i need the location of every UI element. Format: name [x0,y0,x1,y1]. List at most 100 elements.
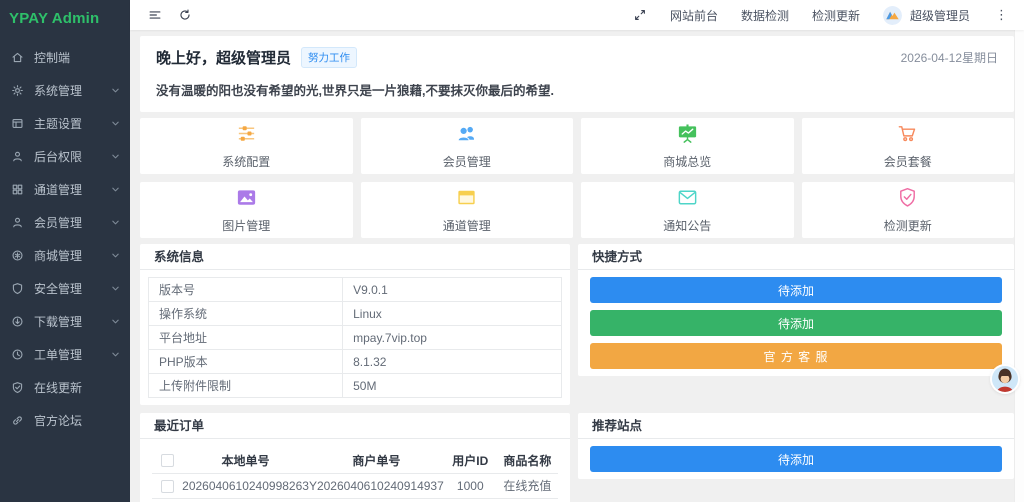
column-header: 本地单号 [182,448,309,474]
orders-header-row: 本地单号 商户单号 用户ID 商品名称 [152,448,558,474]
card-channel-manage[interactable]: 通道管理 [360,182,573,238]
sidebar-item-label: 通道管理 [34,183,83,197]
card-system-config[interactable]: 系统配置 [140,118,353,174]
sidebar-item-label: 系统管理 [34,84,83,98]
window-icon [455,186,478,214]
chevron-down-icon [111,251,120,260]
select-all-checkbox[interactable] [160,454,174,468]
refresh-icon[interactable] [178,8,192,22]
sidebar-item-channel[interactable]: 通道管理 [0,173,130,206]
column-header: 商户单号 [308,448,444,474]
recommended-sites-panel: 推荐站点 待添加 [578,413,1014,479]
recent-orders-panel: 最近订单 本地单号 商户单号 用户ID 商品名称 202604061024099… [140,413,570,502]
topbar: 网站前台 数据检测 检测更新 超级管理员 ⋮ [130,0,1024,30]
table-row: 2026040610222168609 Y2026040610222254723… [152,498,558,502]
menu-collapse-icon[interactable] [148,8,162,22]
quick-action-button-2[interactable]: 待添加 [590,310,1002,336]
column-header: 用户ID [443,448,497,474]
home-icon [11,51,25,65]
card-member-manage[interactable]: 会员管理 [360,118,573,174]
card-check-update[interactable]: 检测更新 [801,182,1014,238]
sidebar-item-ticket[interactable]: 工单管理 [0,338,130,371]
official-support-button[interactable]: 官 方 客 服 [590,343,1002,369]
chevron-down-icon [111,317,120,326]
shield-icon [11,282,25,296]
sidebar-item-console[interactable]: 控制端 [0,41,130,74]
recommended-site-button[interactable]: 待添加 [590,446,1002,472]
card-image-manage[interactable]: 图片管理 [140,182,353,238]
sidebar-item-label: 商城管理 [34,249,83,263]
card-notice[interactable]: 通知公告 [581,182,794,238]
fullscreen-icon[interactable] [633,8,647,22]
image-icon [235,186,258,214]
table-row: PHP版本 8.1.32 [147,349,562,374]
table-row: 2026040610240998263 Y2026040610240914937… [152,473,558,499]
download-circle-icon [11,315,25,329]
greeting-text: 晚上好，超级管理员 [156,50,292,67]
current-date: 2026-04-12星期日 [900,51,998,65]
cart-icon [896,122,919,150]
sidebar-item-label: 在线更新 [34,381,83,395]
card-member-package[interactable]: 会员套餐 [801,118,1014,174]
layout-icon [11,117,25,131]
user-menu[interactable]: 超级管理员 [882,5,970,25]
sidebar-item-label: 主题设置 [34,117,83,131]
sidebar-item-label: 下载管理 [34,315,83,329]
topbar-right: 网站前台 数据检测 检测更新 超级管理员 ⋮ [633,5,1010,25]
sidebar-item-security[interactable]: 安全管理 [0,272,130,305]
mail-icon [676,186,699,214]
quick-actions-panel: 快捷方式 待添加 待添加 官 方 客 服 [578,244,1014,376]
daily-quote: 没有温暖的阳也没有希望的光,世界只是一片狼藉,不要抹灭你最后的希望. [156,84,554,98]
app-root: YPAY Admin 控制端 系统管理 主题设置 后台权限 通道管理 会员管理 … [0,0,1024,502]
chevron-down-icon [111,218,120,227]
sidebar-item-system[interactable]: 系统管理 [0,74,130,107]
card-mall-overview[interactable]: 商城总览 [581,118,794,174]
chevron-down-icon [111,86,120,95]
link-check-update[interactable]: 检测更新 [812,7,860,24]
sidebar-nav: 控制端 系统管理 主题设置 后台权限 通道管理 会员管理 商城管理 安全管理 下… [0,41,130,437]
username: 超级管理员 [909,8,970,23]
sidebar-item-forum[interactable]: 官方论坛 [0,404,130,437]
panel-title: 快捷方式 [578,244,1014,270]
user-icon [11,150,25,164]
column-header: 商品名称 [496,448,558,474]
table-row: 操作系统 Linux [147,301,562,326]
more-dots-icon[interactable]: ⋮ [993,7,1010,23]
sidebar-item-label: 后台权限 [34,150,83,164]
quick-action-button-1[interactable]: 待添加 [590,277,1002,303]
shield-check-icon [896,186,919,214]
link-data-check[interactable]: 数据检测 [741,7,789,24]
chevron-down-icon [111,284,120,293]
users-icon [455,122,478,150]
clock-icon [11,348,25,362]
assistant-avatar[interactable] [992,366,1018,392]
sidebar-item-label: 安全管理 [34,282,83,296]
gear-icon [11,84,25,98]
sidebar-item-download[interactable]: 下载管理 [0,305,130,338]
shortcut-grid: 系统配置 会员管理 商城总览 会员套餐 图片管理 通道管理 通知公告 检测更新 [140,118,1014,238]
table-row: 上传附件限制 50M [147,373,562,398]
grid-icon [11,183,25,197]
panel-title: 推荐站点 [578,413,1014,439]
sidebar-item-theme[interactable]: 主题设置 [0,107,130,140]
sidebar-item-label: 会员管理 [34,216,83,230]
sidebar-item-label: 官方论坛 [34,414,83,428]
sidebar-item-update[interactable]: 在线更新 [0,371,130,404]
vertical-scrollbar[interactable] [1014,30,1024,502]
link-icon [11,414,25,428]
sidebar-item-label: 工单管理 [34,348,83,362]
sidebar-item-permission[interactable]: 后台权限 [0,140,130,173]
chevron-down-icon [111,185,120,194]
dashboard-content: 晚上好，超级管理员 努力工作 没有温暖的阳也没有希望的光,世界只是一片狼藉,不要… [130,30,1014,502]
user-avatar [882,5,902,25]
sidebar-item-mall[interactable]: 商城管理 [0,239,130,272]
welcome-card: 晚上好，超级管理员 努力工作 没有温暖的阳也没有希望的光,世界只是一片狼藉,不要… [140,36,1014,112]
sidebar: YPAY Admin 控制端 系统管理 主题设置 后台权限 通道管理 会员管理 … [0,0,130,502]
sidebar-item-member[interactable]: 会员管理 [0,206,130,239]
row-checkbox[interactable] [160,479,174,493]
shield-check-icon [11,381,25,395]
link-site-front[interactable]: 网站前台 [670,7,718,24]
work-badge: 努力工作 [301,47,358,68]
user-icon [11,216,25,230]
chart-board-icon [676,122,699,150]
